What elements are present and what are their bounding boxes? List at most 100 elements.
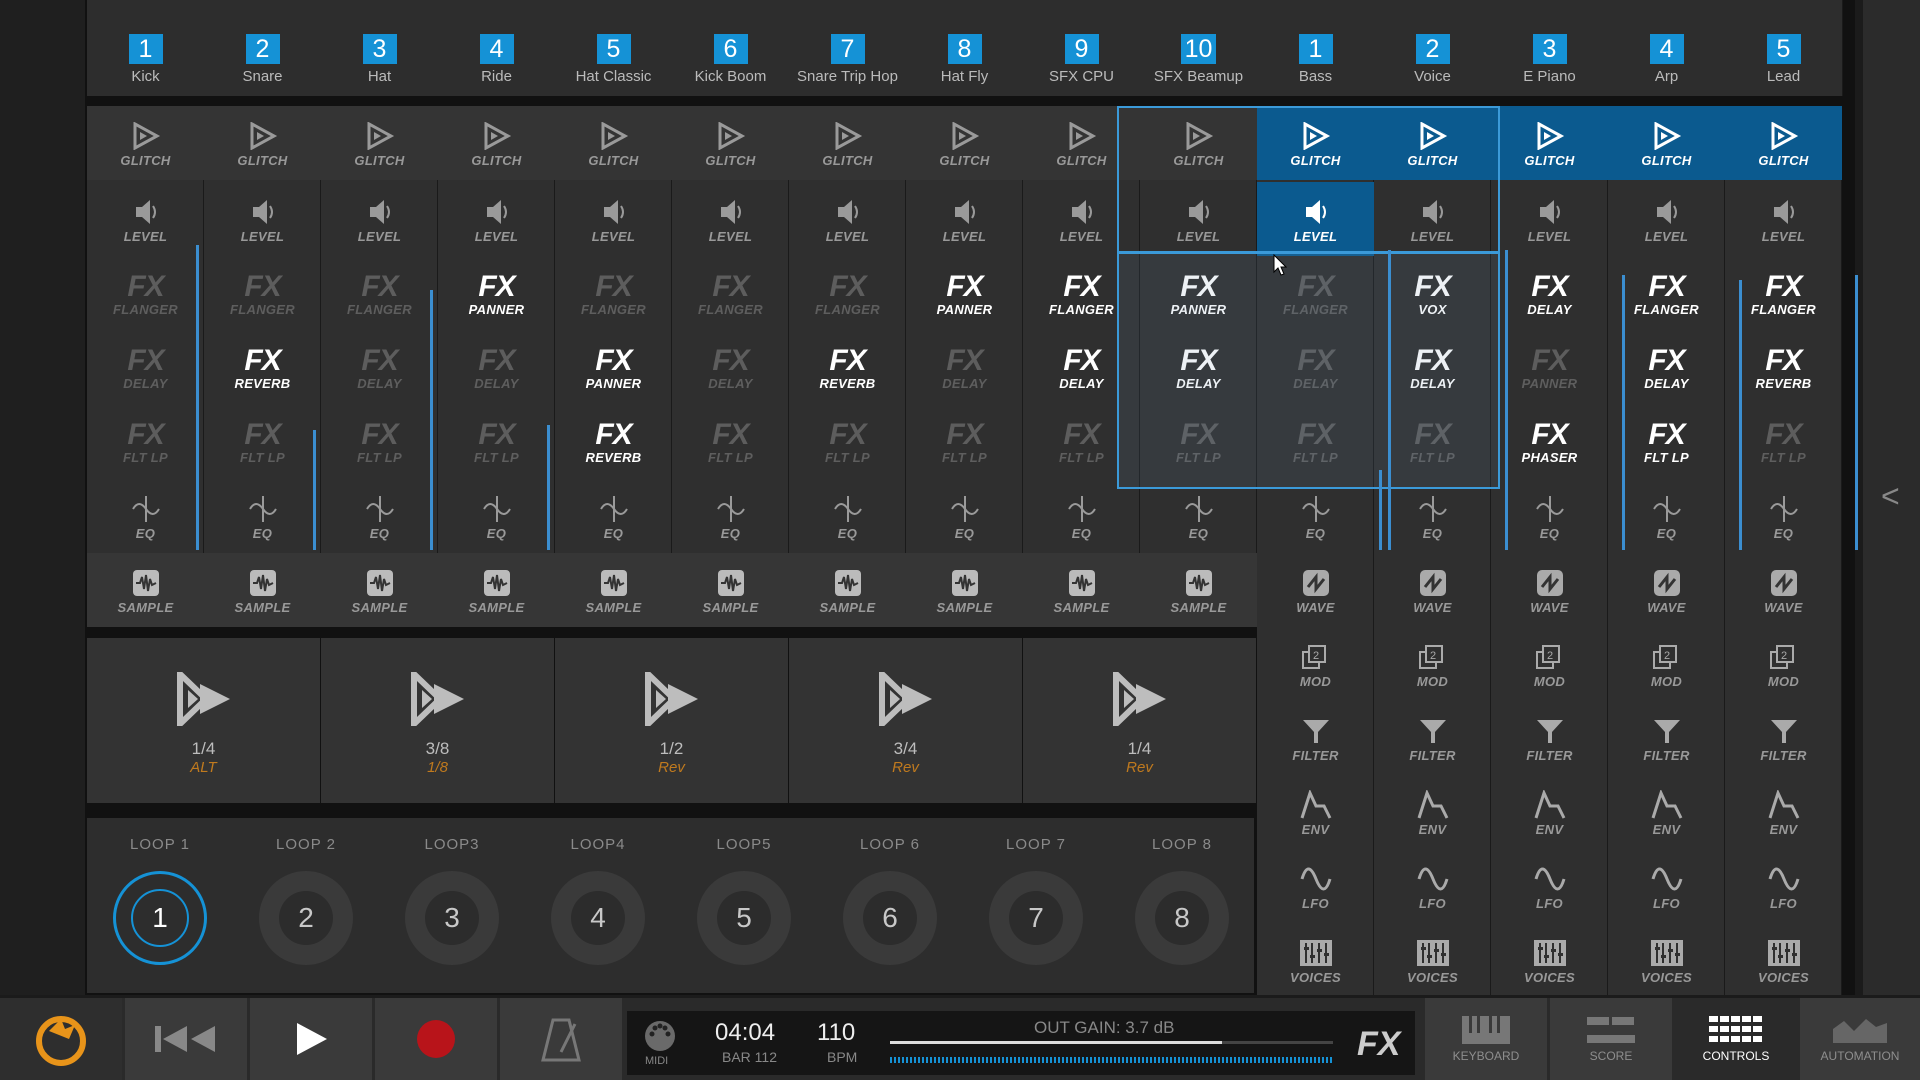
fx-slot-1[interactable]: FX DELAY (1491, 257, 1608, 331)
channel-header-drum-8[interactable]: 8 Hat Fly (906, 0, 1024, 96)
filter-button[interactable]: FILTER (1257, 701, 1374, 775)
sample-button[interactable]: SAMPLE (87, 553, 204, 627)
gain-slider-track[interactable] (890, 1041, 1333, 1044)
voices-button[interactable]: VOICES (1257, 923, 1374, 997)
fx-slot-2[interactable]: FX DELAY (672, 331, 789, 405)
env-button[interactable]: ENV (1608, 775, 1725, 849)
mod-button[interactable]: 2 MOD (1608, 627, 1725, 701)
level-control[interactable]: LEVEL (321, 182, 438, 256)
sample-button[interactable]: SAMPLE (906, 553, 1023, 627)
filter-button[interactable]: FILTER (1374, 701, 1491, 775)
fx-slot-2[interactable]: FX DELAY (87, 331, 204, 405)
fx-slot-2[interactable]: FX REVERB (789, 331, 906, 405)
app-logo-button[interactable] (0, 998, 122, 1080)
glitch-button[interactable]: GLITCH (906, 106, 1023, 180)
level-control[interactable]: LEVEL (789, 182, 906, 256)
glitch-button[interactable]: GLITCH (321, 106, 438, 180)
voices-button[interactable]: VOICES (1491, 923, 1608, 997)
eq-button[interactable]: EQ (906, 479, 1023, 553)
lfo-button[interactable]: LFO (1608, 849, 1725, 923)
voices-button[interactable]: VOICES (1608, 923, 1725, 997)
loop-slot-5[interactable]: LOOP5 5 (671, 818, 817, 993)
eq-button[interactable]: EQ (1257, 479, 1374, 553)
eq-button[interactable]: EQ (1608, 479, 1725, 553)
fx-slot-3[interactable]: FX FLT LP (672, 405, 789, 479)
fx-slot-2[interactable]: FX DELAY (438, 331, 555, 405)
loop-knob[interactable]: 4 (551, 871, 645, 965)
lfo-button[interactable]: LFO (1725, 849, 1842, 923)
filter-button[interactable]: FILTER (1608, 701, 1725, 775)
bpm-value[interactable]: 110 (817, 1019, 855, 1047)
fx-button[interactable]: FX (1357, 1025, 1400, 1064)
channel-header-synth-5[interactable]: 5 Lead (1725, 0, 1843, 96)
channel-header-drum-2[interactable]: 2 Snare (204, 0, 322, 96)
fx-slot-3[interactable]: FX FLT LP (1608, 405, 1725, 479)
env-button[interactable]: ENV (1257, 775, 1374, 849)
sample-button[interactable]: SAMPLE (204, 553, 321, 627)
level-control[interactable]: LEVEL (1491, 182, 1608, 256)
level-control[interactable]: LEVEL (1608, 182, 1725, 256)
beat-repeat-pad[interactable]: 3/4 Rev (789, 638, 1022, 803)
glitch-button[interactable]: GLITCH (789, 106, 906, 180)
eq-button[interactable]: EQ (1374, 479, 1491, 553)
fx-slot-3[interactable]: FX FLT LP (321, 405, 438, 479)
play-button[interactable] (250, 998, 372, 1080)
fx-slot-1[interactable]: FX FLANGER (1725, 257, 1842, 331)
collapse-arrow-icon[interactable]: < (1881, 478, 1900, 515)
channel-header-drum-4[interactable]: 4 Ride (438, 0, 556, 96)
lfo-button[interactable]: LFO (1491, 849, 1608, 923)
eq-button[interactable]: EQ (321, 479, 438, 553)
fx-slot-1[interactable]: FX FLANGER (321, 257, 438, 331)
channel-header-drum-7[interactable]: 7 Snare Trip Hop (789, 0, 907, 96)
sample-button[interactable]: SAMPLE (321, 553, 438, 627)
sample-button[interactable]: SAMPLE (555, 553, 672, 627)
loop-slot-4[interactable]: LOOP4 4 (525, 818, 671, 993)
loop-knob[interactable]: 3 (405, 871, 499, 965)
beat-repeat-pad[interactable]: 3/8 1/8 (321, 638, 554, 803)
loop-slot-6[interactable]: LOOP 6 6 (817, 818, 963, 993)
fx-slot-1[interactable]: FX FLANGER (87, 257, 204, 331)
channel-header-synth-2[interactable]: 2 Voice (1374, 0, 1492, 96)
keyboard-button[interactable]: KEYBOARD (1425, 998, 1547, 1080)
beat-repeat-pad[interactable]: 1/2 Rev (555, 638, 788, 803)
env-button[interactable]: ENV (1491, 775, 1608, 849)
channel-header-drum-5[interactable]: 5 Hat Classic (555, 0, 673, 96)
loop-knob[interactable]: 5 (697, 871, 791, 965)
fx-slot-3[interactable]: FX FLT LP (438, 405, 555, 479)
glitch-button[interactable]: GLITCH (1725, 106, 1842, 180)
sample-button[interactable]: SAMPLE (789, 553, 906, 627)
level-control[interactable]: LEVEL (204, 182, 321, 256)
eq-button[interactable]: EQ (1023, 479, 1140, 553)
fx-slot-1[interactable]: FX FLANGER (204, 257, 321, 331)
eq-button[interactable]: EQ (555, 479, 672, 553)
glitch-button[interactable]: GLITCH (1608, 106, 1725, 180)
eq-button[interactable]: EQ (1491, 479, 1608, 553)
record-button[interactable] (375, 998, 497, 1080)
mod-button[interactable]: 2 MOD (1725, 627, 1842, 701)
fx-slot-1[interactable]: FX FLANGER (789, 257, 906, 331)
lfo-button[interactable]: LFO (1374, 849, 1491, 923)
fx-slot-2[interactable]: FX PANNER (555, 331, 672, 405)
beat-repeat-pad[interactable]: 1/4 Rev (1023, 638, 1256, 803)
filter-button[interactable]: FILTER (1725, 701, 1842, 775)
fx-slot-3[interactable]: FX REVERB (555, 405, 672, 479)
score-button[interactable]: SCORE (1550, 998, 1672, 1080)
wave-button[interactable]: WAVE (1257, 553, 1374, 627)
mod-button[interactable]: 2 MOD (1374, 627, 1491, 701)
sample-button[interactable]: SAMPLE (1140, 553, 1257, 627)
loop-knob[interactable]: 1 (113, 871, 207, 965)
wave-button[interactable]: WAVE (1491, 553, 1608, 627)
loop-knob[interactable]: 8 (1135, 871, 1229, 965)
level-control[interactable]: LEVEL (555, 182, 672, 256)
fx-slot-2[interactable]: FX DELAY (321, 331, 438, 405)
fx-slot-2[interactable]: FX DELAY (906, 331, 1023, 405)
fx-slot-3[interactable]: FX PHASER (1491, 405, 1608, 479)
env-button[interactable]: ENV (1374, 775, 1491, 849)
wave-button[interactable]: WAVE (1725, 553, 1842, 627)
channel-header-drum-9[interactable]: 9 SFX CPU (1023, 0, 1141, 96)
env-button[interactable]: ENV (1725, 775, 1842, 849)
loop-slot-2[interactable]: LOOP 2 2 (233, 818, 379, 993)
fx-slot-1[interactable]: FX FLANGER (555, 257, 672, 331)
controls-button[interactable]: CONTROLS (1675, 998, 1797, 1080)
fx-slot-1[interactable]: FX FLANGER (1608, 257, 1725, 331)
